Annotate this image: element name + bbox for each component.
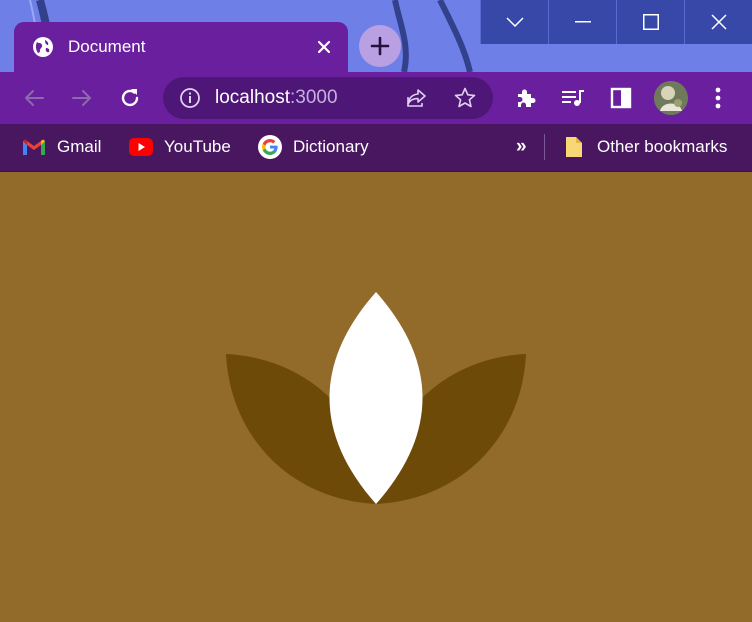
bookmark-youtube[interactable]: YouTube [129, 124, 231, 170]
browser-menu-button[interactable] [704, 84, 732, 112]
new-tab-button[interactable] [359, 25, 401, 67]
bookmark-label: Other bookmarks [597, 137, 728, 156]
avatar-image [654, 81, 688, 115]
more-vertical-icon [715, 87, 721, 109]
browser-toolbar: localhost:3000 [0, 72, 752, 124]
back-button[interactable] [20, 84, 48, 112]
star-icon [454, 87, 476, 108]
maximize-button[interactable] [616, 0, 684, 44]
other-bookmarks-folder[interactable]: Other bookmarks [562, 124, 727, 170]
close-window-button[interactable] [684, 0, 752, 44]
close-icon [317, 40, 331, 54]
bookmark-label: Gmail [57, 137, 102, 156]
bookmark-star-button[interactable] [452, 85, 478, 111]
bookmarks-bar: Gmail YouTube Dictionary » Other bookmar… [0, 124, 752, 172]
queue-music-icon [562, 90, 584, 106]
share-icon [407, 89, 426, 107]
tab-document[interactable]: Document [14, 22, 348, 72]
arrow-right-icon [72, 90, 91, 106]
tab-title: Document [68, 37, 146, 56]
overflow-chevron: » [516, 136, 527, 157]
bookmark-label: YouTube [164, 137, 231, 156]
minimize-icon [574, 21, 591, 23]
page-content [0, 172, 752, 622]
chevron-down-icon [505, 17, 524, 27]
url-port: :3000 [290, 87, 338, 108]
folder-icon [562, 135, 586, 159]
address-bar[interactable]: localhost:3000 [163, 77, 493, 119]
plus-icon [370, 36, 390, 56]
google-icon [258, 135, 282, 159]
puzzle-icon [518, 89, 536, 107]
forward-button[interactable] [68, 84, 96, 112]
youtube-icon [129, 135, 153, 159]
bookmark-dictionary[interactable]: Dictionary [258, 124, 369, 170]
extensions-button[interactable] [512, 84, 540, 112]
side-panel-icon [610, 87, 632, 109]
maximize-icon [642, 14, 659, 30]
tab-search-button[interactable] [480, 0, 548, 44]
arrow-left-icon [25, 90, 44, 106]
reload-icon [121, 89, 139, 107]
close-icon [710, 14, 727, 30]
profile-avatar[interactable] [654, 81, 688, 115]
url-host: localhost [215, 87, 290, 108]
globe-icon [33, 37, 53, 57]
bookmarks-overflow-button[interactable]: » [516, 124, 527, 170]
minimize-button[interactable] [548, 0, 616, 44]
gmail-icon [22, 135, 46, 159]
lotus-logo [226, 292, 526, 504]
media-controls-button[interactable] [559, 84, 587, 112]
side-panel-button[interactable] [607, 84, 635, 112]
bookmark-label: Dictionary [293, 137, 369, 156]
browser-window: Document localhost:3000 Gmail YouTube D… [0, 0, 752, 622]
reload-button[interactable] [116, 84, 144, 112]
bookmarks-divider [544, 134, 545, 160]
window-caption-buttons [480, 0, 752, 44]
bookmark-gmail[interactable]: Gmail [22, 124, 101, 170]
tab-close-button[interactable] [312, 35, 336, 59]
info-icon[interactable] [179, 87, 201, 109]
share-button[interactable] [404, 85, 430, 111]
